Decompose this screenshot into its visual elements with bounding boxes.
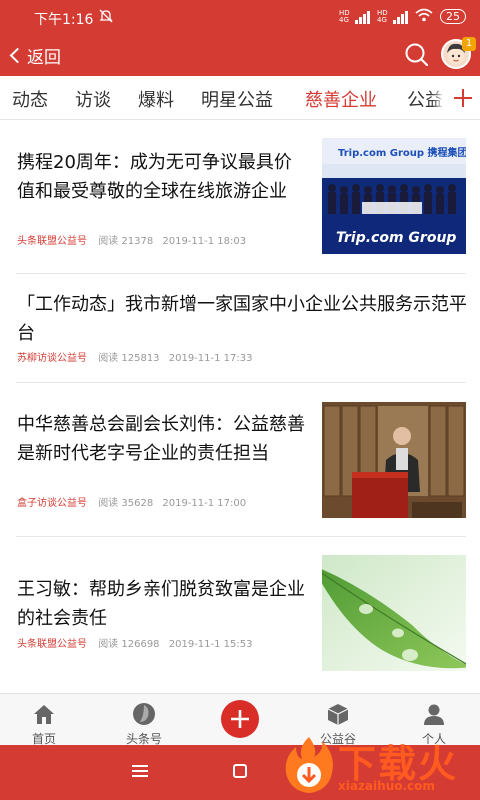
status-time: 下午1:16 — [34, 12, 94, 28]
news-source: 头条联盟公益号 — [17, 236, 87, 247]
tab-mingxing-gongyi[interactable]: 明星公益 — [201, 86, 273, 112]
watermark-url: xiazaihuo.com — [338, 779, 435, 793]
notification-badge: 1 — [462, 37, 476, 51]
status-bar: 下午1:16 HD 4G HD 4G 25 — [0, 0, 480, 34]
battery-icon: 25 — [440, 9, 466, 24]
box-icon — [327, 704, 349, 725]
back-button[interactable]: 返回 — [6, 43, 61, 68]
tab-baoliao[interactable]: 爆料 — [138, 86, 174, 112]
tab-gongyi[interactable]: 公益 — [407, 86, 443, 112]
news-title: 中华慈善总会副会长刘伟：公益慈善是新时代老字号企业的责任担当 — [17, 414, 305, 464]
search-button[interactable] — [404, 42, 430, 68]
news-source: 盒子访谈公益号 — [17, 498, 87, 509]
news-source: 苏柳访谈公益号 — [17, 353, 87, 364]
news-item[interactable]: 王习敏：帮助乡亲们脱贫致富是企业的社会责任 头条联盟公益号 阅读 126698 … — [0, 537, 480, 692]
watermark-logo: 下载火 xiazaihuo.com — [278, 733, 478, 797]
tab-dongtai[interactable]: 动态 — [12, 86, 48, 112]
news-views: 阅读 21378 — [98, 236, 154, 247]
app-bar: 返回 1 — [0, 34, 480, 76]
signal-2-icon: HD 4G — [377, 8, 408, 24]
chevron-left-icon — [9, 47, 26, 64]
menu-icon[interactable] — [132, 765, 148, 777]
add-tab-button[interactable] — [446, 78, 480, 118]
user-icon — [424, 704, 444, 725]
news-views: 阅读 126698 — [98, 639, 160, 650]
tab-cishan-qiye[interactable]: 慈善企业 — [305, 86, 377, 112]
thumb-banner-text: Trip.com Group — [336, 230, 457, 246]
news-item[interactable]: 携程20周年：成为无可争议最具价值和最受尊敬的全球在线旅游企业 头条联盟公益号 … — [0, 121, 480, 274]
back-label: 返回 — [27, 48, 61, 68]
news-views: 阅读 35628 — [98, 498, 154, 509]
plus-icon — [454, 89, 472, 107]
news-title: 「工作动态」我市新增一家国家中小企业公共服务示范平台 — [17, 294, 467, 344]
network-2-label: HD 4G — [377, 8, 388, 24]
nav-home[interactable]: 首页 — [4, 694, 84, 746]
status-icons: HD 4G HD 4G 25 — [339, 8, 466, 25]
news-thumbnail: Trip.com Group 携程集团 Trip.com Group — [322, 138, 466, 254]
news-date: 2019-11-1 17:33 — [168, 353, 253, 364]
news-meta: 苏柳访谈公益号 阅读 125813 2019-11-1 17:33 — [17, 349, 252, 364]
flame-icon — [285, 737, 333, 793]
news-thumbnail — [322, 555, 466, 671]
signal-1-icon: HD 4G — [339, 8, 370, 24]
news-item[interactable]: 「工作动态」我市新增一家国家中小企业公共服务示范平台 苏柳访谈公益号 阅读 12… — [0, 274, 480, 382]
news-title: 携程20周年：成为无可争议最具价值和最受尊敬的全球在线旅游企业 — [17, 152, 292, 202]
news-source: 头条联盟公益号 — [17, 639, 87, 650]
news-item[interactable]: 中华慈善总会副会长刘伟：公益慈善是新时代老字号企业的责任担当 盒子访谈公益号 阅… — [0, 383, 480, 537]
network-1-label: HD 4G — [339, 8, 350, 24]
home-icon — [34, 705, 54, 724]
news-views: 阅读 125813 — [98, 353, 160, 364]
category-tabs: 动态 访谈 爆料 明星公益 慈善企业 公益 — [0, 76, 480, 120]
news-date: 2019-11-1 18:03 — [162, 236, 247, 247]
mute-icon — [98, 8, 114, 28]
publish-button[interactable] — [221, 700, 259, 738]
search-icon — [405, 43, 429, 67]
thumb-logo-text: Trip.com Group 携程集团 — [338, 148, 466, 159]
wifi-icon — [415, 8, 433, 25]
news-meta: 盒子访谈公益号 阅读 35628 2019-11-1 17:00 — [17, 494, 246, 509]
news-date: 2019-11-1 17:00 — [162, 498, 247, 509]
plus-icon — [231, 710, 249, 728]
news-thumbnail — [322, 402, 466, 518]
news-title: 王习敏：帮助乡亲们脱贫致富是企业的社会责任 — [17, 579, 305, 629]
home-button[interactable] — [233, 764, 247, 778]
nav-headlines[interactable]: 头条号 — [104, 694, 184, 746]
news-meta: 头条联盟公益号 阅读 126698 2019-11-1 15:53 — [17, 635, 252, 650]
headlines-icon — [133, 703, 155, 725]
news-meta: 头条联盟公益号 阅读 21378 2019-11-1 18:03 — [17, 232, 246, 247]
news-date: 2019-11-1 15:53 — [168, 639, 253, 650]
tab-fangtan[interactable]: 访谈 — [75, 86, 111, 112]
